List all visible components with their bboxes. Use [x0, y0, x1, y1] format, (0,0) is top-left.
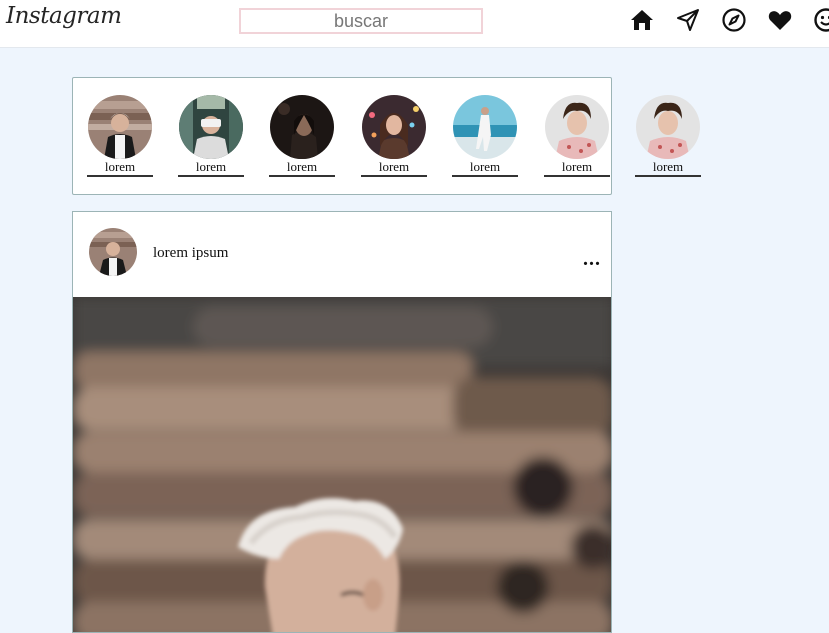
story-item[interactable]: lorem	[269, 95, 335, 179]
story-item[interactable]: lorem	[361, 95, 427, 179]
story-label: lorem	[544, 160, 610, 177]
story-avatar	[453, 95, 517, 159]
story-avatar	[270, 95, 334, 159]
story-item[interactable]: lorem	[544, 95, 610, 179]
heart-icon[interactable]	[767, 7, 793, 33]
story-label: lorem	[452, 160, 518, 177]
story-item[interactable]: lorem	[178, 95, 244, 179]
story-avatar	[636, 95, 700, 159]
story-avatar	[545, 95, 609, 159]
post-photo[interactable]	[73, 297, 612, 633]
story-label: lorem	[87, 160, 153, 177]
search-input[interactable]	[239, 8, 483, 34]
feed-post: lorem ipsum ...	[72, 211, 612, 633]
story-label: lorem	[178, 160, 244, 177]
stories-bar: lorem lorem lorem	[72, 77, 612, 195]
direct-send-icon[interactable]	[675, 7, 701, 33]
story-avatar	[179, 95, 243, 159]
post-more-options-icon[interactable]: ...	[583, 248, 601, 271]
post-header: lorem ipsum ...	[73, 212, 611, 297]
explore-compass-icon[interactable]	[721, 7, 747, 33]
story-avatar	[88, 95, 152, 159]
instagram-logo[interactable]: Instagram	[6, 3, 121, 29]
story-label: lorem	[361, 160, 427, 177]
post-username[interactable]: lorem ipsum	[153, 245, 228, 262]
story-label: lorem	[269, 160, 335, 177]
profile-smiley-icon[interactable]	[813, 7, 829, 33]
story-avatar	[362, 95, 426, 159]
story-item[interactable]: lorem	[635, 95, 701, 179]
top-navbar: Instagram	[0, 0, 829, 48]
story-label: lorem	[635, 160, 701, 177]
home-icon[interactable]	[629, 7, 655, 33]
story-item[interactable]: lorem	[87, 95, 153, 179]
story-item[interactable]: lorem	[452, 95, 518, 179]
post-author-avatar[interactable]	[89, 228, 137, 276]
